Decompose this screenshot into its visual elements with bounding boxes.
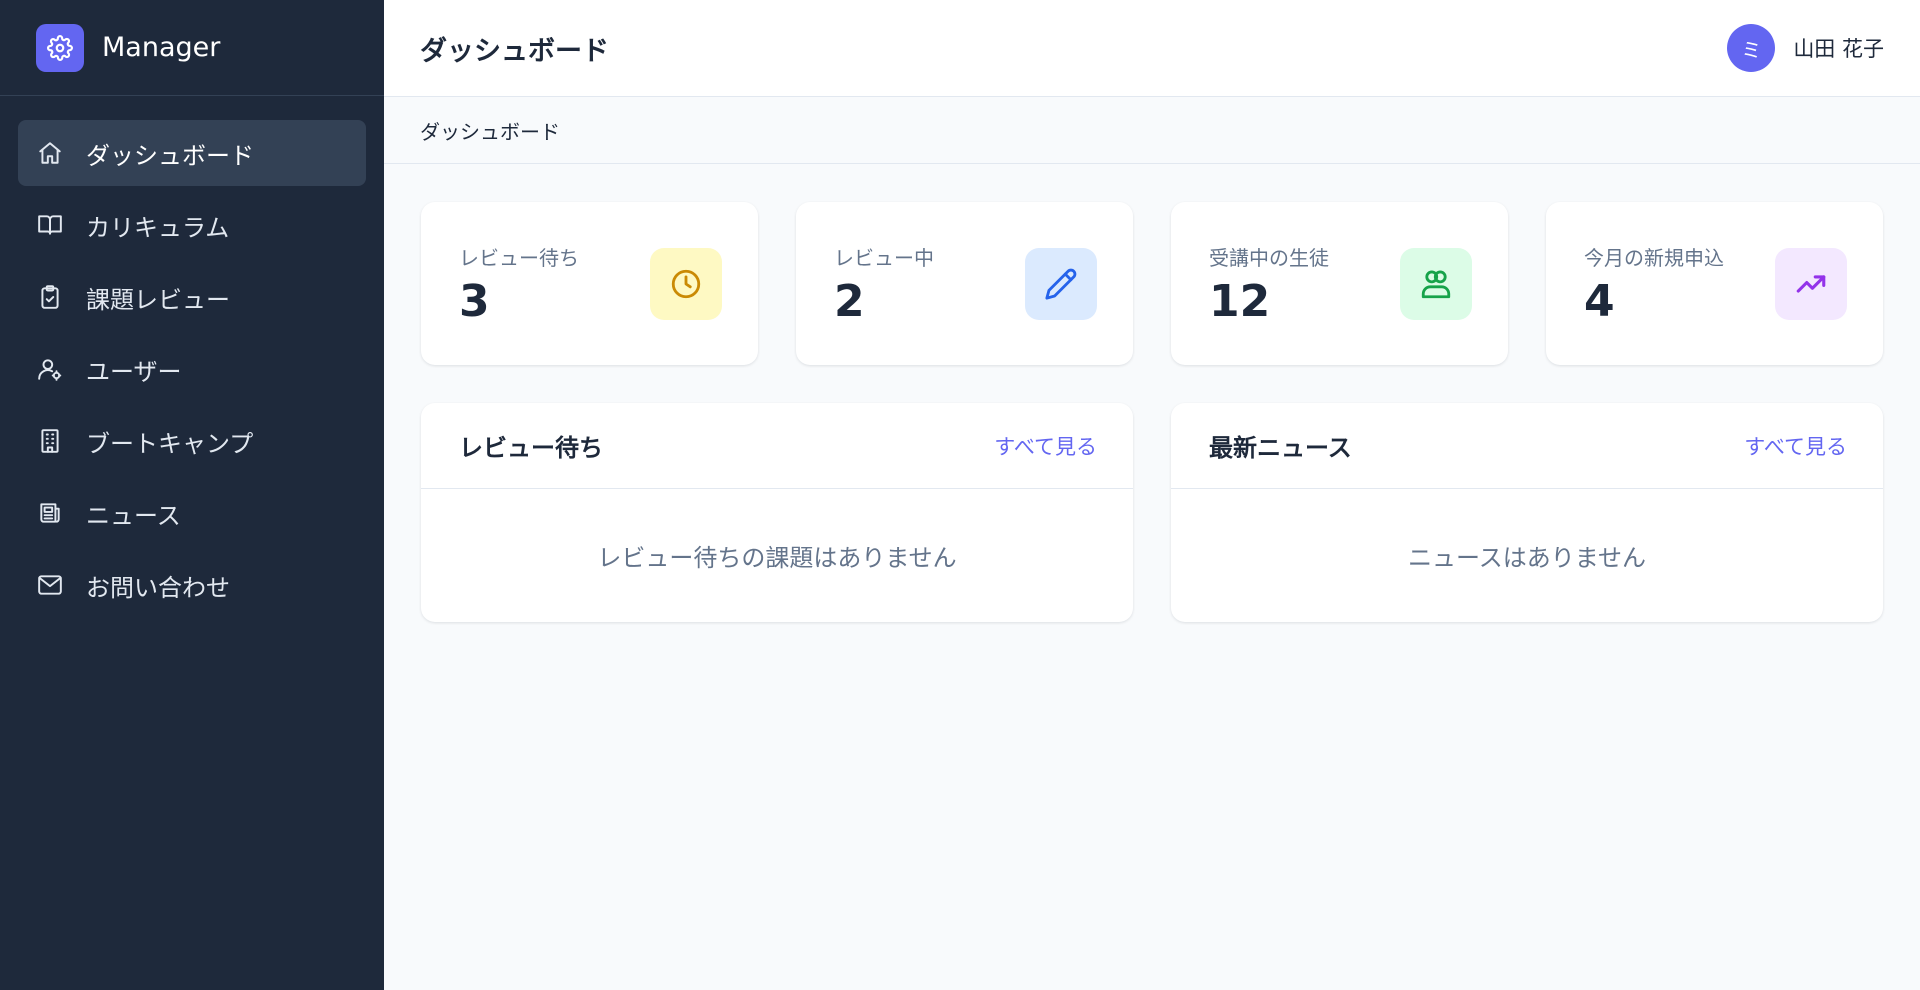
mail-icon <box>36 571 64 599</box>
brand-logo <box>36 23 84 72</box>
sidebar-item-label: ニュース <box>86 501 181 530</box>
brand-name: Manager <box>102 32 221 63</box>
panel-title: 最新ニュース <box>1209 434 1352 462</box>
pending-reviews-panel: レビュー待ち すべて見る レビュー待ちの課題はありません <box>421 403 1133 622</box>
sidebar-item-bootcamp[interactable]: ブートキャンプ <box>18 408 366 474</box>
empty-state: ニュースはありません <box>1407 544 1647 572</box>
top-header: ダッシュボード ミ 山田 花子 <box>384 0 1920 97</box>
stat-label: 今月の新規申込 <box>1584 246 1724 270</box>
breadcrumb: ダッシュボード <box>384 97 1920 164</box>
user-cog-icon <box>36 355 64 383</box>
home-icon <box>36 139 64 167</box>
sidebar-item-users[interactable]: ユーザー <box>18 336 366 402</box>
sidebar-item-label: カリキュラム <box>86 213 230 242</box>
sidebar-item-dashboard[interactable]: ダッシュボード <box>18 120 366 186</box>
page-title: ダッシュボード <box>420 35 609 67</box>
stat-card-new-signups: 今月の新規申込 4 <box>1546 202 1883 365</box>
sidebar-item-label: ダッシュボード <box>86 141 254 170</box>
latest-news-panel: 最新ニュース すべて見る ニュースはありません <box>1171 403 1883 622</box>
stat-card-active-students: 受講中の生徒 12 <box>1171 202 1508 365</box>
view-all-reviews-link[interactable]: すべて見る <box>994 431 1097 461</box>
avatar[interactable]: ミ <box>1727 24 1776 72</box>
stat-value: 4 <box>1584 276 1615 327</box>
users-icon <box>1400 248 1472 320</box>
sidebar-item-label: お問い合わせ <box>86 573 230 602</box>
stat-label: 受講中の生徒 <box>1209 246 1329 270</box>
trending-up-icon <box>1775 248 1847 320</box>
panel-title: レビュー待ち <box>459 434 603 462</box>
building-icon <box>36 427 64 455</box>
pencil-icon <box>1025 248 1097 320</box>
sidebar-item-assignment-review[interactable]: 課題レビュー <box>18 264 366 330</box>
user-menu[interactable]: ミ 山田 花子 <box>1727 24 1884 72</box>
clipboard-check-icon <box>36 283 64 311</box>
newspaper-icon <box>36 499 64 527</box>
brand[interactable]: Manager <box>0 0 384 96</box>
panel-header: レビュー待ち すべて見る <box>421 403 1133 489</box>
clock-icon <box>650 248 722 320</box>
view-all-news-link[interactable]: すべて見る <box>1744 431 1847 461</box>
stat-value: 2 <box>834 276 865 327</box>
breadcrumb-current: ダッシュボード <box>420 119 560 144</box>
sidebar-item-curriculum[interactable]: カリキュラム <box>18 192 366 258</box>
stat-card-in-review: レビュー中 2 <box>796 202 1133 365</box>
sidebar: Manager ダッシュボード カリキュラム 課題レビュー ユーザー ブートキャ… <box>0 0 384 990</box>
stat-value: 12 <box>1209 276 1271 327</box>
stat-card-pending-review: レビュー待ち 3 <box>421 202 758 365</box>
stat-label: レビュー中 <box>834 246 934 270</box>
empty-state: レビュー待ちの課題はありません <box>597 544 957 572</box>
book-icon <box>36 211 64 239</box>
sidebar-item-contact[interactable]: お問い合わせ <box>18 552 366 618</box>
sidebar-item-label: ブートキャンプ <box>86 429 254 458</box>
gear-icon <box>47 34 73 61</box>
stat-value: 3 <box>459 276 490 327</box>
panel-header: 最新ニュース すべて見る <box>1171 403 1883 489</box>
sidebar-item-label: 課題レビュー <box>86 285 230 314</box>
sidebar-item-news[interactable]: ニュース <box>18 480 366 546</box>
stat-label: レビュー待ち <box>459 246 579 270</box>
sidebar-nav: ダッシュボード カリキュラム 課題レビュー ユーザー ブートキャンプ ニュース … <box>0 96 384 618</box>
user-name[interactable]: 山田 花子 <box>1793 33 1884 63</box>
sidebar-item-label: ユーザー <box>86 357 182 386</box>
